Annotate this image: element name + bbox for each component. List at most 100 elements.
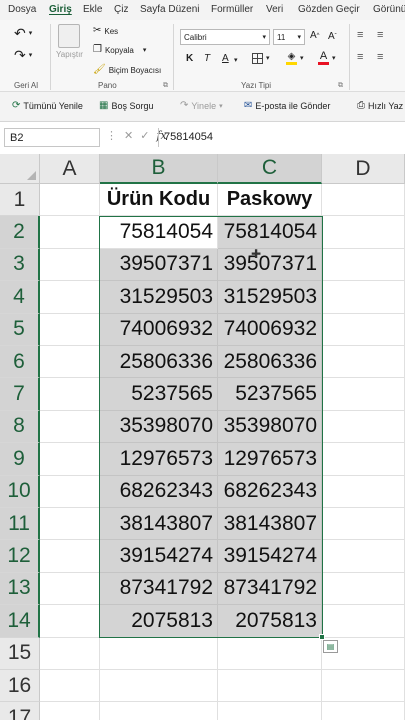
align-middle-icon[interactable]: ≡ <box>377 30 383 41</box>
row-header[interactable]: 11 <box>0 508 40 541</box>
cell-b16[interactable] <box>100 670 218 703</box>
cell-c15[interactable] <box>218 637 322 670</box>
tab-veri[interactable]: Veri <box>266 4 283 15</box>
cell-a10[interactable] <box>40 475 100 508</box>
cell-d3[interactable] <box>322 248 405 282</box>
cell-b7[interactable]: 5237565 <box>100 378 218 411</box>
empty-query-button[interactable]: ▦ Boş Sorgu <box>99 101 153 112</box>
cell-c9[interactable]: 12976573 <box>218 443 322 476</box>
row-header[interactable]: 10 <box>0 475 40 508</box>
cell-b10[interactable]: 68262343 <box>100 475 218 508</box>
cell-d12[interactable] <box>322 540 405 573</box>
column-header-d[interactable]: D <box>322 154 405 184</box>
cell-d14[interactable] <box>322 605 405 638</box>
cell-d1[interactable] <box>322 184 405 217</box>
quick-analysis-button[interactable]: ▤ <box>323 640 338 653</box>
cell-b9[interactable]: 12976573 <box>100 443 218 476</box>
tab-giris[interactable]: Giriş <box>49 4 72 15</box>
align-center-icon[interactable]: ≡ <box>377 52 383 63</box>
undo-button[interactable]: ↶ ▾ <box>14 26 32 40</box>
row-header[interactable]: 7 <box>0 378 40 411</box>
cell-d11[interactable] <box>322 508 405 541</box>
row-header[interactable]: 8 <box>0 410 40 444</box>
cell-b15[interactable] <box>100 637 218 670</box>
cell-d4[interactable] <box>322 281 405 314</box>
underline-button[interactable]: A <box>222 53 229 64</box>
cell-d5[interactable] <box>322 313 405 346</box>
quick-print-button[interactable]: ⎙ Hızlı Yaz <box>357 101 403 112</box>
row-header[interactable]: 12 <box>0 540 40 573</box>
cell-a7[interactable] <box>40 378 100 411</box>
cell-b13[interactable]: 87341792 <box>100 572 218 606</box>
cell-d9[interactable] <box>322 443 405 476</box>
column-header-a[interactable]: A <box>40 154 100 184</box>
cell-a15[interactable] <box>40 637 100 670</box>
cell-b8[interactable]: 35398070 <box>100 410 218 444</box>
cell-c10[interactable]: 68262343 <box>218 475 322 508</box>
cell-a5[interactable] <box>40 313 100 346</box>
cell-c14[interactable]: 2075813 <box>218 605 322 638</box>
row-header[interactable]: 2 <box>0 216 40 249</box>
cell-a2[interactable] <box>40 216 100 249</box>
cell-c4[interactable]: 31529503 <box>218 281 322 314</box>
row-header[interactable]: 14 <box>0 605 40 638</box>
refresh-all-button[interactable]: ⟳ Tümünü Yenile <box>12 101 83 112</box>
cell-b12[interactable]: 39154274 <box>100 540 218 573</box>
cell-a17[interactable] <box>40 702 100 720</box>
cell-c12[interactable]: 39154274 <box>218 540 322 573</box>
chevron-down-icon[interactable]: ▾ <box>234 57 238 64</box>
cell-a3[interactable] <box>40 248 100 282</box>
cell-d10[interactable] <box>322 475 405 508</box>
cell-a9[interactable] <box>40 443 100 476</box>
row-header[interactable]: 6 <box>0 346 40 379</box>
cell-b1[interactable]: Ürün Kodu <box>100 184 218 217</box>
cell-b17[interactable] <box>100 702 218 720</box>
row-header[interactable]: 4 <box>0 281 40 314</box>
row-header[interactable]: 13 <box>0 572 40 606</box>
email-send-button[interactable]: ✉ E-posta ile Gönder <box>244 101 330 112</box>
cell-a13[interactable] <box>40 572 100 606</box>
name-box[interactable]: B2 <box>4 128 100 147</box>
row-header[interactable]: 16 <box>0 670 40 703</box>
bold-button[interactable]: K <box>186 53 193 64</box>
row-header[interactable]: 9 <box>0 443 40 476</box>
cell-b5[interactable]: 74006932 <box>100 313 218 346</box>
column-header-c[interactable]: C <box>218 154 322 184</box>
select-all-corner[interactable] <box>0 154 40 184</box>
cell-b4[interactable]: 31529503 <box>100 281 218 314</box>
cell-d7[interactable] <box>322 378 405 411</box>
tab-gorunum[interactable]: Görünüm <box>373 4 405 15</box>
tab-sayfa-duzeni[interactable]: Sayfa Düzeni <box>140 4 199 15</box>
grow-font-button[interactable]: A ^ <box>310 31 320 41</box>
fill-color-button[interactable]: ◈ ▾ <box>286 52 304 65</box>
cell-c1[interactable]: Paskowy <box>218 184 322 217</box>
row-header[interactable]: 5 <box>0 313 40 346</box>
redo-ribbon-button[interactable]: ↷ ▾ <box>14 48 32 62</box>
tab-formuller[interactable]: Formüller <box>211 4 253 15</box>
formula-input[interactable]: 75814054 <box>158 128 405 147</box>
cancel-icon[interactable]: ✕ <box>124 129 133 142</box>
cell-d2[interactable] <box>322 216 405 249</box>
row-header[interactable]: 15 <box>0 637 40 670</box>
tab-ekle[interactable]: Ekle <box>83 4 102 15</box>
cell-c13[interactable]: 87341792 <box>218 572 322 606</box>
font-name-select[interactable]: Calibri ▾ <box>180 29 270 45</box>
cell-c17[interactable] <box>218 702 322 720</box>
copy-button[interactable]: ❐ Kopyala ▾ <box>93 45 146 55</box>
cell-c16[interactable] <box>218 670 322 703</box>
cell-a8[interactable] <box>40 410 100 444</box>
cell-a14[interactable] <box>40 605 100 638</box>
cell-a1[interactable] <box>40 184 100 217</box>
cell-b2[interactable]: 75814054 <box>100 216 218 249</box>
font-color-button[interactable]: A ▾ <box>318 51 336 65</box>
cell-a11[interactable] <box>40 508 100 541</box>
cell-d8[interactable] <box>322 410 405 444</box>
align-left-icon[interactable]: ≡ <box>357 52 363 63</box>
cell-d6[interactable] <box>322 346 405 379</box>
cell-a12[interactable] <box>40 540 100 573</box>
cell-c3[interactable]: 39507371 <box>218 248 322 282</box>
cell-a16[interactable] <box>40 670 100 703</box>
cut-button[interactable]: ✂ Kes <box>93 26 118 36</box>
cell-b3[interactable]: 39507371 <box>100 248 218 282</box>
cell-d17[interactable] <box>322 702 405 720</box>
